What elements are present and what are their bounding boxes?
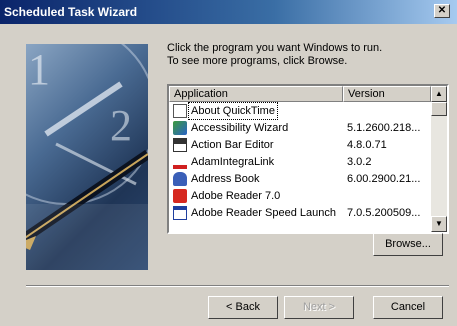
action-bar-icon — [173, 138, 187, 152]
arrow-up-icon: ▲ — [435, 89, 443, 98]
app-version: 6.00.2900.21... — [347, 173, 421, 185]
app-version: 7.0.5.200509... — [347, 207, 421, 219]
instruction-line-2: To see more programs, click Browse. — [167, 55, 348, 67]
wizard-window: Scheduled Task Wizard ✕ 1 2 Click the pr… — [0, 0, 457, 326]
list-row[interactable]: AdamIntegraLink 3.0.2 — [169, 154, 431, 170]
back-button[interactable]: < Back — [208, 296, 278, 319]
adobe-speed-launch-icon — [173, 206, 187, 220]
svg-text:1: 1 — [28, 45, 50, 94]
list-row[interactable]: Accessibility Wizard 5.1.2600.218... — [169, 120, 431, 136]
adobe-reader-icon — [173, 189, 187, 203]
list-row[interactable]: Adobe Reader 7.0 — [169, 188, 431, 204]
instruction-line-1: Click the program you want Windows to ru… — [167, 42, 383, 54]
app-version: 5.1.2600.218... — [347, 122, 421, 134]
app-name: Address Book — [191, 173, 260, 185]
column-header-version[interactable]: Version — [343, 86, 431, 102]
close-icon: ✕ — [437, 5, 447, 16]
scroll-thumb[interactable] — [431, 102, 447, 116]
window-title: Scheduled Task Wizard — [4, 5, 138, 19]
title-bar[interactable]: Scheduled Task Wizard ✕ — [0, 0, 457, 24]
close-button[interactable]: ✕ — [434, 4, 450, 18]
next-button[interactable]: Next > — [284, 296, 354, 319]
app-name: AdamIntegraLink — [191, 156, 275, 168]
list-row[interactable]: Adobe Reader Speed Launch 7.0.5.200509..… — [169, 205, 431, 221]
arrow-down-icon: ▼ — [435, 219, 443, 228]
app-name: Adobe Reader Speed Launch — [191, 207, 336, 219]
app-name: Accessibility Wizard — [191, 122, 289, 134]
separator — [26, 285, 449, 287]
list-row[interactable]: Action Bar Editor 4.8.0.71 — [169, 137, 431, 153]
quicktime-doc-icon — [173, 104, 187, 118]
app-name: Action Bar Editor — [191, 139, 274, 151]
app-name: Adobe Reader 7.0 — [191, 190, 281, 202]
svg-text:2: 2 — [110, 101, 132, 150]
browse-button[interactable]: Browse... — [373, 233, 443, 256]
vertical-scrollbar[interactable]: ▲ ▼ — [431, 86, 447, 232]
instructions: Click the program you want Windows to ru… — [167, 42, 382, 68]
adam-icon — [173, 155, 187, 169]
column-header-application[interactable]: Application — [169, 86, 343, 102]
list-row[interactable]: About QuickTime — [169, 102, 431, 120]
wizard-clock-pen-illustration: 1 2 — [26, 44, 148, 270]
scroll-up-button[interactable]: ▲ — [431, 86, 447, 102]
app-version: 4.8.0.71 — [347, 139, 387, 151]
cancel-button[interactable]: Cancel — [373, 296, 443, 319]
app-name: About QuickTime — [188, 102, 278, 120]
address-book-icon — [173, 172, 187, 186]
list-row[interactable]: Address Book 6.00.2900.21... — [169, 171, 431, 187]
program-list[interactable]: Application Version About QuickTime Acce… — [167, 84, 449, 234]
scroll-down-button[interactable]: ▼ — [431, 216, 447, 232]
accessibility-icon — [173, 121, 187, 135]
app-version: 3.0.2 — [347, 156, 372, 168]
